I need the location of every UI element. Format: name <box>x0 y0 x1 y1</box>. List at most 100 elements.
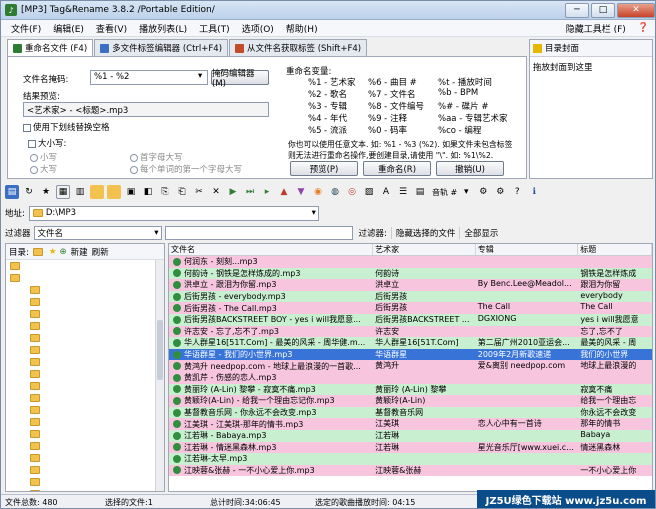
tree-item[interactable] <box>6 260 164 272</box>
add-icon[interactable]: ⊕ <box>60 247 67 257</box>
open-folder-icon[interactable]: ▤ <box>5 185 19 199</box>
table-row[interactable]: 江若琳 - Babaya.mp3 江若琳 Babaya <box>169 429 652 442</box>
play-icon[interactable]: ▶ <box>226 185 240 199</box>
copy-icon[interactable]: ⎘ <box>158 185 172 199</box>
tree-item[interactable] <box>6 416 164 428</box>
filter-apply-button[interactable]: 过滤器: <box>359 226 392 239</box>
mask-input[interactable]: %1 - %2 <box>90 70 208 85</box>
case-checkbox[interactable] <box>28 139 36 148</box>
cd-icon[interactable]: ◎ <box>345 185 359 199</box>
tree-item[interactable] <box>6 344 164 356</box>
favorites-icon[interactable]: ★ <box>39 185 53 199</box>
select-all-icon[interactable]: ▣ <box>124 185 138 199</box>
radio-icon[interactable] <box>30 153 38 162</box>
tab-tag-from-name[interactable]: 从文件名获取标签 (Shift+F4) <box>229 39 368 56</box>
tree-item[interactable] <box>6 368 164 380</box>
table-row[interactable]: 后街男孩BACKSTREET BOY - yes i will我愿意... 后街男… <box>169 313 652 326</box>
radio-icon[interactable] <box>130 165 138 174</box>
hide-toolbar-link[interactable]: 隐藏工具栏 (F) <box>560 22 632 35</box>
tree-item[interactable] <box>6 296 164 308</box>
tree-scrollbar-thumb[interactable] <box>157 320 163 380</box>
image-icon[interactable]: ▨ <box>362 185 376 199</box>
hide-selected-button[interactable]: 隐藏选择的文件 <box>396 226 461 239</box>
tree-item[interactable] <box>6 464 164 476</box>
table-row[interactable]: 何韵诗 - 钢铁是怎样炼成的.mp3 何韵诗 钢铁是怎样炼成 <box>169 267 652 280</box>
table-row[interactable]: 许志安 - 忘了,忘不了.mp3 许志安 忘了,忘不了 <box>169 325 652 338</box>
folder-icon[interactable] <box>32 247 43 256</box>
radio-icon[interactable] <box>130 153 138 162</box>
table-row[interactable]: 华语群星 - 我们的小世界.mp3 华语群星 2009年2月新歌速递 我们的小世界 <box>169 348 652 361</box>
case-upper[interactable]: 大写 <box>30 163 57 175</box>
table-row[interactable]: 江美琪 - 江美琪-那年的情书.mp3 江美琪 恋人心中有一首诗 那年的情书 <box>169 418 652 430</box>
underscore-option[interactable]: 使用下划线替换空格 <box>23 121 110 133</box>
filter-field-select[interactable]: 文件名 ▾ <box>33 225 162 240</box>
chevron-down-icon[interactable]: ▾ <box>154 228 158 238</box>
minimize-button[interactable]: ─ <box>565 2 589 18</box>
tree-item[interactable] <box>6 272 164 284</box>
col-filename[interactable]: 文件名 <box>169 244 374 255</box>
undo-button[interactable]: 撤销(U) <box>436 161 504 176</box>
up-icon[interactable]: ▲ <box>277 185 291 199</box>
star-icon[interactable]: ★ <box>49 247 57 257</box>
col-title[interactable]: 标题 <box>578 244 652 255</box>
stats-icon[interactable]: ▤ <box>413 185 427 199</box>
table-row[interactable]: 江若琳-太早.mp3 <box>169 453 652 465</box>
table-row[interactable]: 黄丽玲 (A-Lin) 黎攀 - 寂寞不痛.mp3 黄丽玲 (A-Lin) 黎攀 寂… <box>169 383 652 396</box>
menu-help[interactable]: 帮助(H) <box>280 22 324 35</box>
mask-editor-button[interactable]: 掩码编辑器(M) <box>211 69 269 89</box>
tree-item[interactable] <box>6 452 164 464</box>
tree-item[interactable] <box>6 476 164 488</box>
rename-button[interactable]: 重命名(R) <box>363 161 431 176</box>
invert-icon[interactable]: ◧ <box>141 185 155 199</box>
preview-button[interactable]: 预览(P) <box>290 161 358 176</box>
table-row[interactable]: 基督教音乐网 - 你永远不会改变.mp3 基督教音乐网 你永远不会改变 <box>169 406 652 419</box>
table-row[interactable]: 何润东 - 刻刻...mp3 <box>169 256 652 268</box>
text-icon[interactable]: A <box>379 185 393 199</box>
tree-new-button[interactable]: 新建 <box>71 246 88 258</box>
chevron-down-icon[interactable]: ▾ <box>312 208 316 218</box>
radio-icon[interactable] <box>30 165 38 174</box>
menu-file[interactable]: 文件(F) <box>5 22 47 35</box>
tag-icon[interactable]: ◉ <box>311 185 325 199</box>
chevron-down-icon[interactable]: ▾ <box>198 71 202 81</box>
folder-add-icon[interactable] <box>107 185 121 199</box>
help-icon[interactable]: ❓ <box>632 23 655 33</box>
skip-icon[interactable]: ▸ <box>260 185 274 199</box>
tree-item[interactable] <box>6 332 164 344</box>
case-option[interactable]: 大小写: <box>28 137 66 149</box>
tree-item[interactable] <box>6 404 164 416</box>
delete-icon[interactable]: ✕ <box>209 185 223 199</box>
table-row[interactable]: 洪卓立 - 跟泪为你留.mp3 洪卓立 By Benc.Lee@Meadol... 跟… <box>169 279 652 291</box>
tree-item[interactable] <box>6 380 164 392</box>
tree-item[interactable] <box>6 488 164 491</box>
table-row[interactable]: 黄鸿升 needpop.com - 地球上最浪漫的一首歌... 黄鸿升 爱&离别 n… <box>169 360 652 372</box>
address-input[interactable]: D:\MP3 ▾ <box>28 205 319 221</box>
menu-options[interactable]: 选项(O) <box>236 22 280 35</box>
tab-multi-editor[interactable]: 多文件标签编辑器 (Ctrl+F4) <box>94 39 229 56</box>
filter-text-input[interactable] <box>164 225 353 240</box>
menu-view[interactable]: 查看(V) <box>90 22 133 35</box>
cut-icon[interactable]: ✂ <box>192 185 206 199</box>
menu-edit[interactable]: 编辑(E) <box>47 22 90 35</box>
folder-icon[interactable] <box>90 185 104 199</box>
case-lower[interactable]: 小写 <box>30 151 57 163</box>
underscore-checkbox[interactable] <box>23 123 31 132</box>
tab-rename[interactable]: 重命名文件 (F4) <box>7 39 94 56</box>
col-album[interactable]: 专辑 <box>476 244 579 255</box>
tree-item[interactable] <box>6 392 164 404</box>
case-word[interactable]: 每个单词的第一个字母大写 <box>130 163 242 175</box>
maximize-button[interactable]: □ <box>591 2 615 18</box>
play-next-icon[interactable]: ⏭ <box>243 185 257 199</box>
mixer-icon[interactable]: ⚙ <box>476 185 490 199</box>
case-first[interactable]: 首字母大写 <box>130 151 183 163</box>
col-artist[interactable]: 艺术家 <box>373 244 476 255</box>
settings-icon[interactable]: ⚙ <box>493 185 507 199</box>
tree-scrollbar[interactable] <box>155 260 164 491</box>
show-all-button[interactable]: 全部显示 <box>464 227 498 239</box>
tree-item[interactable] <box>6 428 164 440</box>
tree-item[interactable] <box>6 440 164 452</box>
tree-item[interactable] <box>6 356 164 368</box>
list-icon[interactable]: ☰ <box>396 185 410 199</box>
menu-tools[interactable]: 工具(T) <box>193 22 236 35</box>
chevron-down-icon[interactable]: ▾ <box>459 185 473 199</box>
